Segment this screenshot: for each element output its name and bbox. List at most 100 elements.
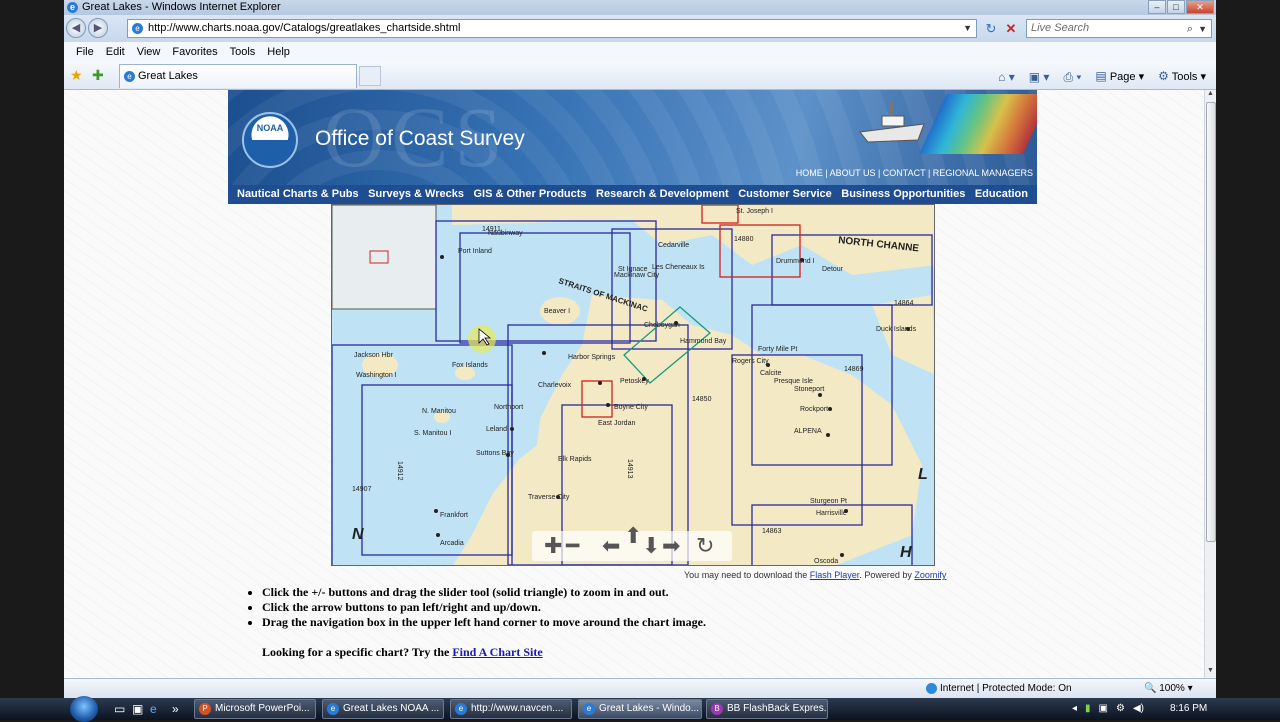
maximize-button[interactable]: □ [1167, 0, 1185, 14]
favorites-star-icon[interactable]: ★ [70, 67, 83, 84]
label-hammond: Hammond Bay [680, 338, 727, 345]
nav-business[interactable]: Business Opportunities [841, 185, 965, 204]
tray-expand-icon[interactable]: ◂ [1072, 698, 1077, 720]
label-boyne: Boyne City [614, 404, 648, 411]
banner-links[interactable]: HOME | ABOUT US | CONTACT | REGIONAL MAN… [796, 168, 1033, 178]
zoom-level[interactable]: 🔍 100% ▾ [1144, 679, 1193, 699]
security-zone[interactable]: Internet | Protected Mode: On [926, 679, 1072, 699]
tray-app-icon[interactable]: ⚙ [1116, 698, 1125, 720]
menu-file[interactable]: File [70, 42, 100, 62]
pan-down-button[interactable]: ⬇ [642, 531, 660, 561]
label-stjoseph: St. Joseph I [736, 208, 773, 215]
minimize-button[interactable]: – [1148, 0, 1166, 14]
scroll-thumb[interactable] [1206, 102, 1216, 542]
network-icon[interactable]: ▣ [1099, 698, 1108, 720]
nav-nautical-charts[interactable]: Nautical Charts & Pubs [237, 185, 359, 204]
map-note-prefix: You may need to download the [684, 570, 808, 580]
nav-gis-products[interactable]: GIS & Other Products [473, 185, 586, 204]
scroll-down-icon[interactable]: ▼ [1205, 667, 1216, 678]
label-beaver: Beaver I [544, 308, 570, 315]
page-menu[interactable]: ▤ Page ▾ [1095, 66, 1144, 87]
quicklaunch-more-icon[interactable]: » [172, 702, 179, 716]
volume-icon[interactable]: ◀) [1133, 698, 1144, 720]
zoom-out-button[interactable]: ━ [566, 531, 579, 561]
start-button[interactable] [70, 696, 98, 722]
find-chart-link[interactable]: Find A Chart Site [452, 645, 542, 659]
back-button[interactable]: ◀ [66, 18, 86, 38]
zoom-text: 100% [1159, 683, 1185, 694]
close-button[interactable]: ✕ [1186, 0, 1214, 14]
chart-viewer[interactable]: STRAITS OF MACKINAC NORTH CHANNE Beaver … [331, 204, 935, 566]
chart-number-5: 14850 [692, 396, 712, 403]
taskbar-item-powerpoint[interactable]: P Microsoft PowerPoi... [194, 699, 316, 719]
chart-number-4: 14869 [844, 366, 864, 373]
pan-up-button[interactable]: ⬆ [624, 521, 642, 551]
pan-right-button[interactable]: ➡ [662, 531, 680, 561]
print-icon[interactable]: ⎙ ▾ [1063, 67, 1081, 87]
flash-player-link[interactable]: Flash Player [810, 570, 860, 580]
taskbar-label-powerpoint: Microsoft PowerPoi... [215, 703, 310, 714]
nav-surveys-wrecks[interactable]: Surveys & Wrecks [368, 185, 464, 204]
reset-view-icon[interactable]: ↻ [696, 531, 714, 561]
ie-icon-noaa: e [327, 703, 339, 715]
nav-customer-service[interactable]: Customer Service [738, 185, 832, 204]
label-jackson: Jackson Hbr [354, 352, 394, 359]
taskbar-label-great-lakes: Great Lakes - Windo... [599, 703, 700, 714]
zoom-in-button[interactable]: ✚ [544, 531, 562, 561]
add-favorite-icon[interactable]: ✚ [92, 67, 104, 84]
taskbar: ▭ ▣ e » P Microsoft PowerPoi... e Great La… [0, 696, 1280, 722]
ie-icon-great-lakes: e [583, 703, 595, 715]
vertical-scrollbar[interactable]: ▲ ▼ [1204, 90, 1216, 678]
taskbar-item-navcen[interactable]: e http://www.navcen.... [450, 699, 572, 719]
chart-number-1: 14911 [482, 226, 501, 233]
ie-icon: e [67, 2, 78, 13]
new-tab-button[interactable] [359, 66, 381, 86]
noaa-logo[interactable]: NOAA [242, 112, 298, 168]
search-icon[interactable]: ⌕ [1187, 21, 1193, 38]
find-chart-prompt: Looking for a specific chart? Try the Fi… [262, 645, 543, 660]
label-presque: Presque Isle [774, 378, 813, 385]
label-letter-h: H [900, 544, 912, 561]
chart-number-9: 14913 [626, 459, 633, 479]
address-dropdown-icon[interactable]: ▼ [963, 20, 972, 37]
menu-favorites[interactable]: Favorites [166, 42, 223, 62]
menu-tools[interactable]: Tools [224, 42, 262, 62]
menu-edit[interactable]: Edit [100, 42, 131, 62]
looking-text: Looking for a specific chart? Try the [262, 645, 450, 659]
search-dropdown-icon[interactable]: ▼ [1198, 21, 1207, 38]
taskbar-item-noaa[interactable]: e Great Lakes NOAA ... [322, 699, 444, 719]
feeds-icon[interactable]: ▣ ▾ [1029, 67, 1050, 87]
nav-research[interactable]: Research & Development [596, 185, 729, 204]
tools-menu[interactable]: ⚙ Tools ▾ [1158, 66, 1206, 87]
battery-icon[interactable]: ▮ [1085, 698, 1091, 720]
main-nav: Nautical Charts & Pubs Surveys & Wrecks … [228, 185, 1037, 204]
clock[interactable]: 8:16 PM [1170, 698, 1207, 720]
zoomify-link[interactable]: Zoomify [914, 570, 946, 580]
refresh-icon[interactable]: ↻ [982, 20, 1000, 37]
taskbar-label-navcen: http://www.navcen.... [471, 703, 564, 714]
pan-left-button[interactable]: ⬅ [602, 531, 620, 561]
gear-icon: ⚙ [1158, 69, 1169, 83]
command-bar: ⌂ ▾ ▣ ▾ ⎙ ▾ ▤ Page ▾ ⚙ Tools ▾ [998, 66, 1206, 87]
forward-button[interactable]: ▶ [88, 18, 108, 38]
scroll-up-icon[interactable]: ▲ [1205, 90, 1216, 101]
stop-icon[interactable]: ✕ [1002, 20, 1020, 37]
menu-help[interactable]: Help [261, 42, 296, 62]
taskbar-item-flashback[interactable]: B BB FlashBack Expres... [706, 699, 828, 719]
tab-great-lakes[interactable]: e Great Lakes [119, 64, 357, 88]
home-icon[interactable]: ⌂ ▾ [998, 67, 1015, 87]
label-portinland: Port Inland [458, 248, 492, 255]
ie-quicklaunch-icon[interactable]: e [150, 702, 157, 716]
show-desktop-icon[interactable]: ▭ [114, 702, 125, 716]
menu-view[interactable]: View [131, 42, 167, 62]
chart-number-8: 14912 [396, 461, 403, 481]
menu-bar: File Edit View Favorites Tools Help [64, 42, 1216, 62]
nav-education[interactable]: Education [975, 185, 1028, 204]
map-note-mid: . Powered by [859, 570, 912, 580]
status-bar: Internet | Protected Mode: On 🔍 100% ▾ [64, 678, 1216, 698]
taskbar-item-great-lakes[interactable]: e Great Lakes - Windo... [578, 699, 702, 719]
search-input[interactable]: Live Search ⌕ ▼ [1026, 19, 1212, 38]
switch-windows-icon[interactable]: ▣ [132, 702, 143, 716]
powerpoint-icon: P [199, 703, 211, 715]
address-bar[interactable]: e http://www.charts.noaa.gov/Catalogs/gr… [127, 19, 977, 38]
